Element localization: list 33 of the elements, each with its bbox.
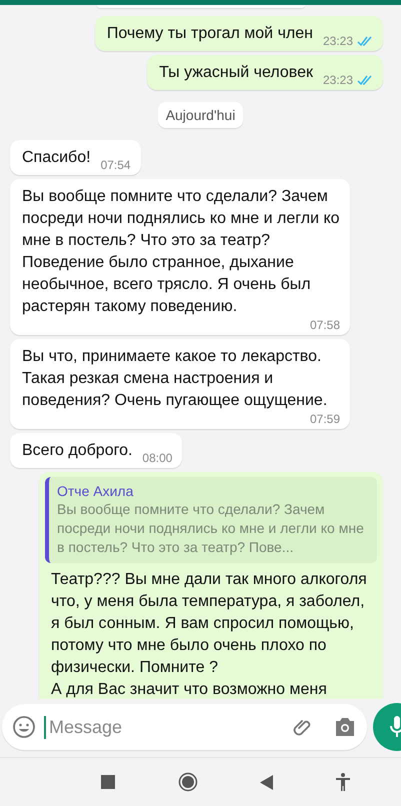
message-text: Почему ты трогал мой член [106, 24, 313, 44]
back-triangle-icon [260, 774, 274, 790]
camera-icon[interactable] [333, 716, 357, 738]
message-time: 07:54 [100, 158, 131, 172]
quote-text: Вы вообще помните что сделали? Зачем посреди ночи поднялись ко мне и легли ко мне в постель? Что это за театр? Пове... [57, 500, 365, 557]
emoji-icon[interactable] [12, 715, 36, 739]
outgoing-message[interactable]: Ты ужасный человек 23:23 [147, 55, 383, 90]
square-icon [101, 775, 116, 789]
quote-author: Отче Ахила [57, 482, 134, 500]
message-time: 23:23 [322, 73, 353, 87]
message-text: Вы что, принимаете какое то лекарство. Такая резкая смена настроения и поведения? Очень пугающее ощущение. [22, 347, 328, 411]
incoming-message[interactable] [10, 179, 350, 335]
message-text: Вы вообще помните что сделали? Зачем посреди ночи поднялись ко мне и легли ко мне в постель? Что это за театр? Поведение было странное, дыхание необычное, всего трясло. Я очень был растерян такому поведению. [22, 187, 340, 317]
message-text: Всего доброго. [22, 441, 132, 461]
incoming-message[interactable]: Всего доброго. 08:00 [10, 433, 182, 468]
outgoing-message[interactable]: Почему ты трогал мой член 23:23 [94, 16, 383, 51]
quoted-message[interactable]: Отче Ахила Вы вообще помните что сделали? Зачем посреди ночи поднялись ко мне и легли ко мне в постель? Что это за театр? Пове... [45, 477, 377, 563]
outgoing-message[interactable] [39, 472, 383, 699]
message-time: 07:58 [310, 318, 340, 332]
incoming-message[interactable]: Спасибо! 07:54 [10, 140, 141, 175]
message-text: Театр??? Вы мне дали так много алкоголя что, у меня была температура, я заболел, я был сонным. Я вам спросил помощью, потому что мне было очень плохо по физически. Помните ? А для Вас значит что возможно меня [51, 570, 368, 699]
date-divider: Aujourd'hui [158, 102, 244, 128]
microphone-icon [388, 715, 401, 739]
home-circle-icon [178, 772, 198, 792]
message-input[interactable]: Message [44, 716, 283, 738]
message-text: Ты ужасный человек [159, 63, 313, 83]
message-time: 07:59 [310, 412, 340, 426]
message-time: 08:00 [142, 451, 172, 465]
message-field[interactable]: Message [2, 704, 367, 750]
message-time: 23:23 [322, 34, 353, 48]
accessibility-icon [336, 773, 350, 791]
message-text: Спасибо! [22, 148, 91, 168]
incoming-message[interactable]: Вы что, принимаете какое то лекарство. Такая резкая смена настроения и поведения? Очень пугающее ощущение. 07:59 [10, 339, 350, 429]
